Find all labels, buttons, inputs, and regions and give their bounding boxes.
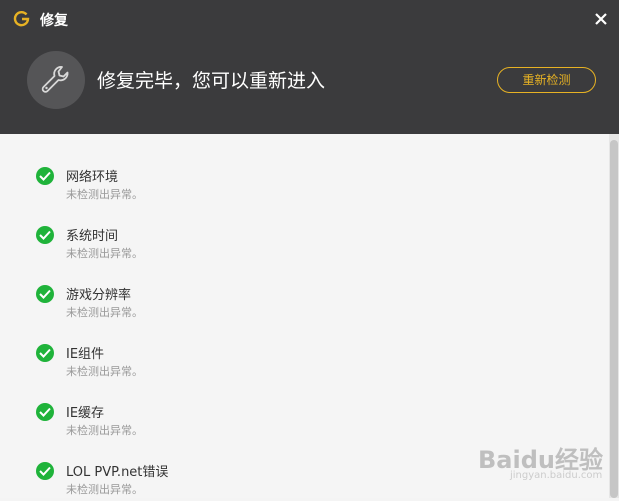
list-item: LOL PVP.net错误 未检测出异常。 <box>36 461 436 501</box>
item-status: 未检测出异常。 <box>66 483 143 496</box>
recheck-button[interactable]: 重新检测 <box>497 67 596 93</box>
item-title: 网络环境 <box>66 170 119 185</box>
watermark-url: jingyan.baidu.com <box>510 470 603 481</box>
check-icon <box>36 226 54 244</box>
repair-badge <box>27 51 85 109</box>
list-item: 游戏分辨率 未检测出异常。 <box>36 284 436 324</box>
scrollbar-thumb[interactable] <box>610 140 618 498</box>
check-icon <box>36 285 54 303</box>
title-bar: 修复 <box>0 0 619 38</box>
item-status: 未检测出异常。 <box>66 365 143 378</box>
item-status: 未检测出异常。 <box>66 424 143 437</box>
app-logo-icon <box>13 10 30 27</box>
check-icon <box>36 403 54 421</box>
check-icon <box>36 344 54 362</box>
list-item: IE缓存 未检测出异常。 <box>36 402 436 442</box>
item-title: IE组件 <box>66 347 105 362</box>
check-icon <box>36 167 54 185</box>
window-title: 修复 <box>40 13 68 29</box>
list-item: IE组件 未检测出异常。 <box>36 343 436 383</box>
list-item: 系统时间 未检测出异常。 <box>36 225 436 265</box>
item-status: 未检测出异常。 <box>66 306 143 319</box>
header: 修复 修复完毕，您可以重新进入 重新检测 <box>0 0 619 134</box>
item-title: 系统时间 <box>66 229 119 244</box>
list-item: 网络环境 未检测出异常。 <box>36 166 436 206</box>
close-icon[interactable] <box>591 9 611 29</box>
wrench-icon <box>41 66 69 93</box>
item-title: LOL PVP.net错误 <box>66 465 169 480</box>
repair-result-headline: 修复完毕，您可以重新进入 <box>97 70 326 92</box>
item-status: 未检测出异常。 <box>66 247 143 260</box>
item-title: IE缓存 <box>66 406 105 421</box>
check-icon <box>36 462 54 480</box>
item-status: 未检测出异常。 <box>66 188 143 201</box>
scrollbar[interactable] <box>609 134 619 498</box>
item-title: 游戏分辨率 <box>66 288 132 303</box>
